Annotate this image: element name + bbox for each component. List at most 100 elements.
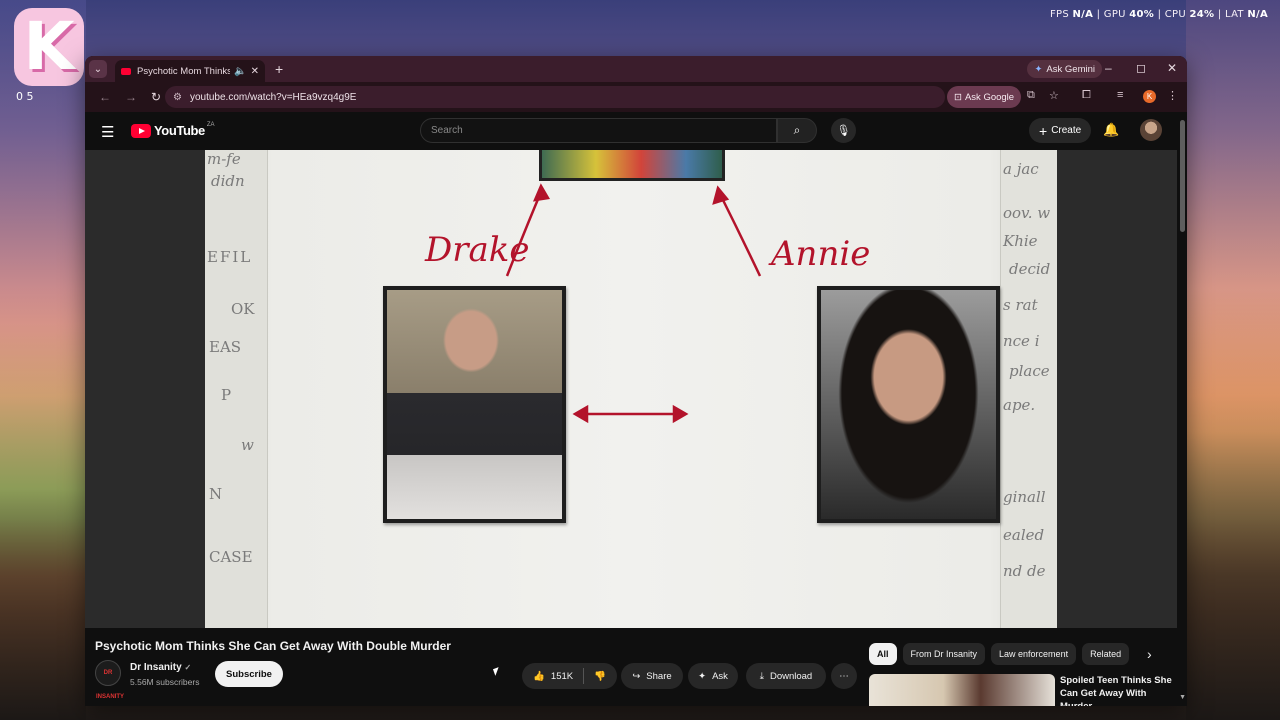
chip-law-enforcement[interactable]: Law enforcement <box>991 643 1077 665</box>
perf-separator: | <box>1157 9 1162 20</box>
fps-value: N/A <box>1072 9 1094 20</box>
chip-related[interactable]: Related <box>1082 643 1130 665</box>
search-icon: ⌕ <box>793 123 801 137</box>
relationship-arrows <box>505 183 762 424</box>
app-counter: 0 5 <box>16 90 34 103</box>
thumbs-down-icon[interactable]: 👎 <box>594 671 606 682</box>
app-logo[interactable]: K <box>14 8 84 86</box>
url-text[interactable]: youtube.com/watch?v=HEa9vzq4g9E <box>190 92 357 103</box>
microphone-icon: 🎙 <box>836 125 851 137</box>
gpu-label: GPU <box>1103 9 1126 20</box>
page-scrollbar-thumb[interactable] <box>1180 120 1185 232</box>
youtube-logo[interactable]: YouTube ZA <box>131 121 215 138</box>
create-button[interactable]: + Create <box>1029 118 1092 143</box>
share-arrow-icon: ↪ <box>632 670 641 682</box>
reload-icon[interactable]: ↻ <box>151 90 161 104</box>
tab-strip: ⌄ Psychotic Mom Thinks She Can Get Away … <box>85 56 1187 82</box>
recommendation-title[interactable]: Spoiled Teen Thinks She Can Get Away Wit… <box>1060 674 1172 706</box>
tab-search-dropdown[interactable]: ⌄ <box>89 60 107 78</box>
maximize-button[interactable]: ◻ <box>1136 61 1146 75</box>
youtube-masthead: ☰ YouTube ZA Search ⌕ 🎙 + Create 🔔 <box>85 112 1187 150</box>
like-dislike-group: 👍 151K 👎 <box>522 663 617 689</box>
lens-icon: ⊡ <box>954 91 962 103</box>
chip-all[interactable]: All <box>869 643 897 665</box>
browser-window: ⌄ Psychotic Mom Thinks She Can Get Away … <box>85 56 1187 706</box>
like-count[interactable]: 151K <box>551 671 573 682</box>
create-label: Create <box>1051 125 1082 136</box>
download-icon: ⤓ <box>759 670 764 682</box>
channel-name[interactable]: Dr Insanity ✓ <box>130 662 191 673</box>
desktop-wallpaper-left <box>0 0 86 720</box>
thumbs-up-icon[interactable]: 👍 <box>533 671 545 682</box>
scroll-down-arrow-icon[interactable]: ▼ <box>1179 694 1186 701</box>
voice-search-button[interactable]: 🎙 <box>831 118 856 143</box>
download-label: Download <box>769 670 813 682</box>
share-label: Share <box>646 670 672 682</box>
youtube-favicon-icon <box>121 67 131 75</box>
subscribe-button[interactable]: Subscribe <box>215 661 283 687</box>
download-button[interactable]: ⤓ Download <box>746 663 826 689</box>
desktop-wallpaper-right <box>1186 0 1280 720</box>
cpu-label: CPU <box>1164 9 1186 20</box>
ask-google-button[interactable]: ⊡ Ask Google <box>947 86 1022 108</box>
like-divider <box>583 668 585 684</box>
lat-value: N/A <box>1247 9 1268 20</box>
verified-check-icon: ✓ <box>184 663 192 672</box>
site-info-icon[interactable]: ⚙ <box>173 92 182 103</box>
ask-label: Ask <box>712 670 728 682</box>
extensions-icon[interactable]: ⧠ <box>1082 89 1091 102</box>
close-icon[interactable]: ✕ <box>251 66 259 77</box>
close-window-button[interactable]: ✕ <box>1167 61 1177 75</box>
video-title: Psychotic Mom Thinks She Can Get Away Wi… <box>95 639 451 653</box>
video-player[interactable]: m-fe didn EFIL OK EAS P w N CASE a jac o… <box>85 150 1177 628</box>
address-toolbar: ← → ↻ ⚙ youtube.com/watch?v=HEa9vzq4g9E … <box>85 82 1187 112</box>
back-arrow-icon[interactable]: ← <box>99 90 111 104</box>
related-filter-chips: All From Dr Insanity Law enforcement Rel… <box>869 643 1130 665</box>
sparkle-icon: ✦ <box>1034 63 1043 75</box>
country-code: ZA <box>206 121 215 128</box>
plus-icon: + <box>1039 122 1048 139</box>
share-button[interactable]: ↪ Share <box>621 663 683 689</box>
hamburger-menu-icon[interactable]: ☰ <box>101 123 114 141</box>
gpu-value: 40% <box>1129 9 1155 20</box>
perf-separator: | <box>1096 9 1101 20</box>
performance-overlay: FPS N/A | GPU 40% | CPU 24% | LAT N/A <box>1050 9 1268 20</box>
minimize-button[interactable]: – <box>1105 61 1112 75</box>
ask-gemini-label: Ask Gemini <box>1046 63 1095 75</box>
bookmark-star-icon[interactable]: ☆ <box>1049 89 1059 102</box>
chip-from-channel[interactable]: From Dr Insanity <box>902 643 986 665</box>
forward-arrow-icon[interactable]: → <box>125 90 137 104</box>
address-bar[interactable]: ⚙ youtube.com/watch?v=HEa9vzq4g9E <box>165 86 945 108</box>
ellipsis-icon: ⋯ <box>839 670 849 682</box>
channel-avatar[interactable]: DR INSANITY <box>95 660 124 700</box>
ask-button[interactable]: ✦ Ask <box>688 663 738 689</box>
account-avatar[interactable] <box>1140 119 1162 141</box>
sparkle-icon: ✦ <box>698 670 707 682</box>
notifications-bell-icon[interactable]: 🔔 <box>1103 122 1119 138</box>
mouse-cursor <box>492 667 502 676</box>
perf-separator: | <box>1217 9 1222 20</box>
install-app-icon[interactable]: ⧉ <box>1027 89 1035 102</box>
profile-avatar[interactable]: K <box>1143 90 1156 103</box>
chevron-right-icon[interactable]: › <box>1147 646 1152 662</box>
more-actions-button[interactable]: ⋯ <box>831 663 857 689</box>
cpu-value: 24% <box>1189 9 1215 20</box>
ask-google-label: Ask Google <box>964 91 1015 103</box>
fps-label: FPS <box>1049 9 1069 20</box>
recommendation-thumbnail[interactable] <box>869 674 1055 706</box>
ask-gemini-button[interactable]: ✦ Ask Gemini <box>1027 60 1102 78</box>
browser-tab[interactable]: Psychotic Mom Thinks She Can Get Away Wi… <box>115 60 265 82</box>
tab-title: Psychotic Mom Thinks She Can Get Away Wi… <box>137 65 231 77</box>
subscriber-count: 5.56M subscribers <box>130 677 200 687</box>
youtube-play-icon <box>131 123 151 138</box>
lat-label: LAT <box>1224 9 1244 20</box>
search-input[interactable]: Search <box>420 118 777 143</box>
video-frame: m-fe didn EFIL OK EAS P w N CASE a jac o… <box>205 150 1057 628</box>
youtube-wordmark: YouTube <box>154 123 205 138</box>
kebab-menu-icon[interactable]: ⋮ <box>1167 89 1178 102</box>
media-controls-icon[interactable]: ≡ <box>1117 89 1123 101</box>
channel-name-text[interactable]: Dr Insanity <box>130 662 182 673</box>
speaker-icon[interactable]: 🔈 <box>234 66 246 77</box>
search-button[interactable]: ⌕ <box>777 118 817 143</box>
new-tab-button[interactable]: + <box>275 61 283 77</box>
